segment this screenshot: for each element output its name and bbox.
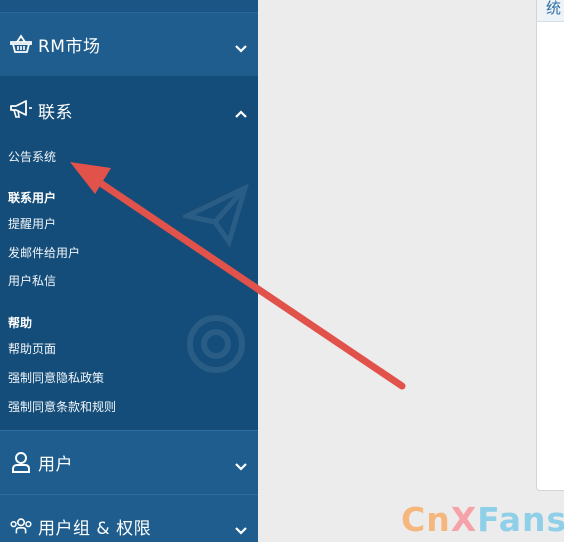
annotation-arrow	[70, 162, 406, 390]
arrow-shaft	[89, 174, 406, 390]
watermark-logo: CnXFans	[401, 500, 564, 539]
